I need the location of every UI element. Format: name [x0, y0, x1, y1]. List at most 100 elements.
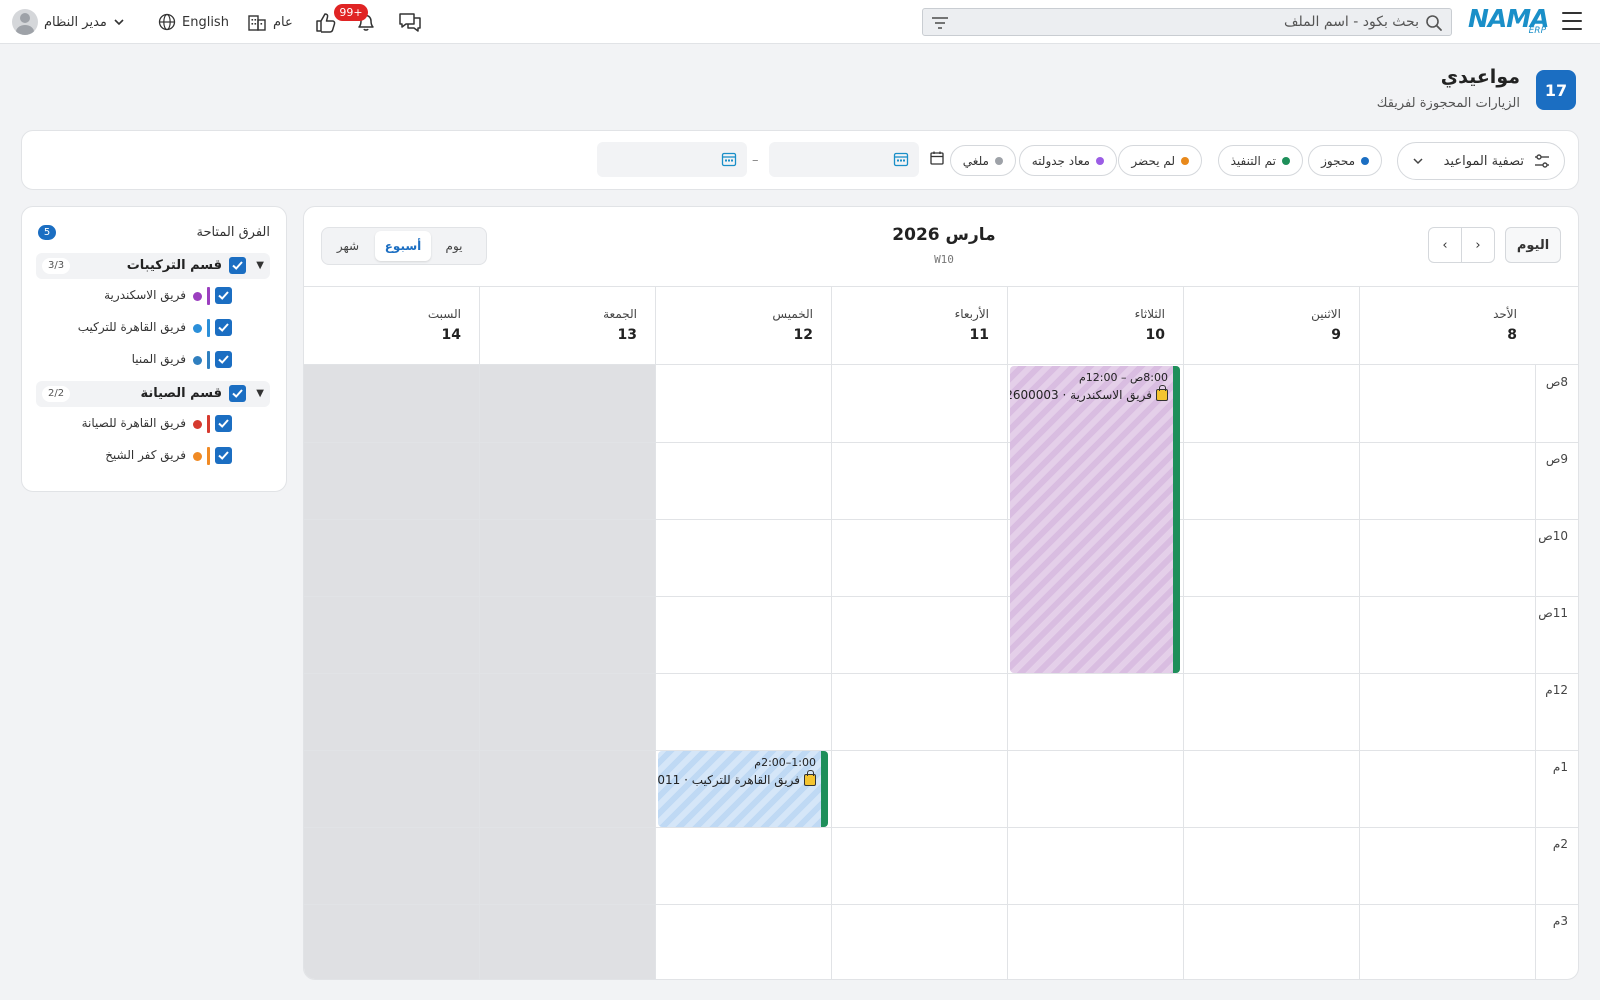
- caret-down-icon[interactable]: ▼: [256, 260, 264, 271]
- calendar-grid: 8ص 9ص 10ص 11ص 12م 1م 2م 3م 8:00ص – 12:00…: [304, 365, 1578, 979]
- date-to-input[interactable]: [597, 142, 747, 177]
- event-time: 8:00ص – 12:00م: [1078, 371, 1168, 384]
- team-item-alexandria[interactable]: فريق الاسكندرية: [36, 285, 270, 307]
- hour-divider: [304, 442, 1578, 443]
- status-chip-no-show[interactable]: لم يحضر: [1118, 145, 1202, 176]
- status-dot: [995, 156, 1003, 165]
- department-count: 2/2: [42, 386, 71, 402]
- team-item-kafr-el-sheikh[interactable]: فريق كفر الشيخ: [36, 445, 270, 467]
- day-number: 14: [441, 327, 461, 343]
- status-chip-done[interactable]: تم التنفيذ: [1217, 145, 1303, 176]
- team-item-minya[interactable]: فريق المنيا: [36, 349, 270, 371]
- chevron-left-icon: ‹: [1475, 237, 1481, 253]
- filter-bar: تصفية المواعيد محجوز تم التنفيذ لم يحضر …: [21, 130, 1579, 190]
- teams-panel-title: الفرق المتاحة: [196, 225, 270, 240]
- calendar-day-headers: الأحد 8 الاثنين 9 الثلاثاء 10 الأربعاء 1…: [304, 286, 1578, 366]
- status-dot: [1282, 156, 1290, 165]
- day-header[interactable]: الاثنين 9: [1183, 287, 1359, 366]
- event-label: فريق القاهرة للتركيب · 2600011: [658, 770, 816, 787]
- building-icon: [248, 15, 266, 31]
- department-checkbox[interactable]: [229, 385, 246, 402]
- next-week-button[interactable]: ›: [1428, 227, 1462, 263]
- team-checkbox[interactable]: [215, 351, 232, 368]
- date-from-input[interactable]: [769, 142, 919, 177]
- caret-down-icon[interactable]: ▼: [256, 388, 264, 399]
- event-time: 1:00–2:00م: [754, 756, 816, 769]
- event-status-stripe: [1173, 366, 1180, 673]
- appointments-filter-dropdown[interactable]: تصفية المواعيد: [1397, 142, 1565, 180]
- calendar-month-title: مارس 2026: [892, 225, 996, 245]
- department-installations[interactable]: ▼ قسم التركيبات 3/3: [36, 253, 270, 279]
- day-header[interactable]: الجمعة 13: [479, 287, 655, 366]
- hour-divider: [304, 827, 1578, 828]
- appointment-event[interactable]: 8:00ص – 12:00م فريق الاسكندرية · 2600003: [1010, 366, 1180, 673]
- calendar-icon: [893, 152, 909, 167]
- chevron-right-icon: ›: [1442, 237, 1448, 253]
- department-checkbox[interactable]: [229, 257, 246, 274]
- team-checkbox[interactable]: [215, 319, 232, 336]
- status-chip-rescheduled[interactable]: معاد جدولته: [1018, 145, 1117, 176]
- department-maintenance[interactable]: ▼ قسم الصيانة 2/2: [36, 381, 270, 407]
- search-placeholder: بحث بكود - اسم الملف: [1284, 14, 1419, 30]
- view-day-button[interactable]: يوم: [426, 231, 482, 261]
- view-week-button[interactable]: أسبوع: [375, 231, 431, 261]
- department-name: قسم الصيانة: [140, 386, 222, 401]
- event-status-stripe: [821, 751, 828, 827]
- team-name: فريق كفر الشيخ: [105, 448, 186, 462]
- status-dot: [1361, 156, 1369, 165]
- language-switch[interactable]: English: [158, 10, 229, 34]
- day-header[interactable]: الخميس 12: [655, 287, 831, 366]
- team-color-dot: [193, 420, 202, 429]
- day-number: 9: [1331, 327, 1341, 343]
- status-dot: [1181, 156, 1189, 165]
- appointment-event[interactable]: 1:00–2:00م فريق القاهرة للتركيب · 260001…: [658, 751, 828, 827]
- branch-selector[interactable]: عام: [247, 10, 293, 34]
- calendar-icon: [930, 151, 944, 165]
- day-number: 13: [617, 327, 637, 343]
- status-chip-label: تم التنفيذ: [1230, 153, 1276, 168]
- today-button[interactable]: اليوم: [1505, 227, 1561, 263]
- hour-label: 10ص: [1538, 529, 1568, 543]
- team-name: فريق القاهرة للصيانة: [81, 416, 186, 430]
- day-header[interactable]: الأحد 8: [1359, 287, 1535, 366]
- day-number: 12: [793, 327, 813, 343]
- event-label: فريق الاسكندرية · 2600003: [1010, 385, 1168, 402]
- status-chip-booked[interactable]: محجوز: [1308, 145, 1382, 176]
- day-name: الخميس: [772, 307, 813, 321]
- team-item-cairo-maintenance[interactable]: فريق القاهرة للصيانة: [36, 413, 270, 435]
- date-range-separator: –: [752, 153, 759, 168]
- filter-icon[interactable]: [931, 15, 949, 31]
- previous-week-button[interactable]: ‹: [1461, 227, 1495, 263]
- day-name: الأحد: [1493, 307, 1517, 321]
- team-item-cairo-installation[interactable]: فريق القاهرة للتركيب: [36, 317, 270, 339]
- hour-label: 2م: [1552, 837, 1568, 851]
- user-menu[interactable]: مدير النظام: [12, 9, 125, 35]
- status-chip-label: محجوز: [1321, 153, 1355, 168]
- day-header[interactable]: السبت 14: [304, 287, 479, 366]
- team-color-dot: [193, 324, 202, 333]
- global-search-input[interactable]: بحث بكود - اسم الملف: [922, 8, 1452, 36]
- day-header[interactable]: الأربعاء 11: [831, 287, 1007, 366]
- calendar-week-number: W10: [934, 253, 954, 266]
- page-title: مواعيدي: [1440, 66, 1520, 88]
- team-color-bar: [207, 351, 210, 369]
- status-chip-cancelled[interactable]: ملغي: [949, 145, 1016, 176]
- top-bar: NAMA ERP بحث بكود - اسم الملف مدير النظا…: [0, 0, 1600, 44]
- team-checkbox[interactable]: [215, 447, 232, 464]
- hour-label: 1م: [1552, 760, 1568, 774]
- team-checkbox[interactable]: [215, 415, 232, 432]
- hamburger-menu-icon[interactable]: [1562, 12, 1582, 30]
- team-checkbox[interactable]: [215, 287, 232, 304]
- status-chip-label: لم يحضر: [1131, 153, 1175, 168]
- status-chip-label: معاد جدولته: [1031, 153, 1090, 168]
- day-name: الجمعة: [603, 307, 637, 321]
- hour-label: 3م: [1552, 914, 1568, 928]
- team-color-bar: [207, 319, 210, 337]
- hour-label: 11ص: [1538, 606, 1568, 620]
- branch-label: عام: [273, 14, 293, 30]
- chat-icon[interactable]: [396, 8, 424, 36]
- day-header[interactable]: الثلاثاء 10: [1007, 287, 1183, 366]
- team-color-dot: [193, 452, 202, 461]
- view-month-button[interactable]: شهر: [320, 231, 376, 261]
- app-logo[interactable]: NAMA ERP: [1468, 4, 1550, 38]
